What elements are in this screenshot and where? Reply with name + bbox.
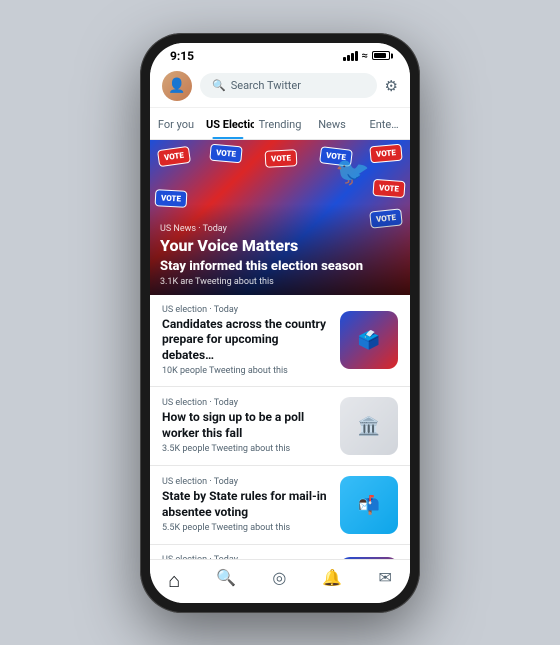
- spaces-icon: ◎: [272, 568, 286, 587]
- settings-icon[interactable]: ⚙: [385, 77, 398, 95]
- bottom-nav-notifications[interactable]: 🔔: [322, 568, 342, 593]
- search-nav-icon: 🔍: [216, 568, 236, 587]
- home-icon: ⌂: [168, 568, 180, 593]
- tab-for-you[interactable]: For you: [150, 108, 202, 139]
- hero-title: Your Voice Matters: [160, 236, 400, 255]
- twitter-bird-decoration: 🐦: [335, 155, 370, 188]
- news-item-4[interactable]: US election · Today Learn more about vot…: [150, 545, 410, 558]
- news-source-2: US election · Today: [162, 398, 330, 408]
- notifications-icon: 🔔: [322, 568, 342, 587]
- status-time: 9:15: [170, 49, 194, 63]
- news-text-4: US election · Today Learn more about vot…: [162, 555, 330, 558]
- hero-subtitle: Stay informed this election season: [160, 259, 400, 274]
- news-thumb-1: 🗳️: [340, 311, 398, 369]
- news-headline-1: Candidates across the country prepare fo…: [162, 317, 330, 364]
- messages-icon: ✉: [378, 568, 391, 587]
- news-item-3[interactable]: US election · Today State by State rules…: [150, 466, 410, 545]
- vote-sticker: VOTE: [157, 145, 191, 166]
- bottom-nav-search[interactable]: 🔍: [216, 568, 236, 593]
- news-headline-2: How to sign up to be a poll worker this …: [162, 410, 330, 441]
- news-text-2: US election · Today How to sign up to be…: [162, 398, 330, 454]
- news-count-3: 5.5K people Tweeting about this: [162, 523, 330, 533]
- news-source-3: US election · Today: [162, 477, 330, 487]
- news-source-1: US election · Today: [162, 305, 330, 315]
- vote-sticker: VOTE: [372, 178, 405, 197]
- content-area: VOTE VOTE VOTE VOTE VOTE VOTE VOTE VOTE …: [150, 140, 410, 559]
- avatar[interactable]: 👤: [162, 71, 192, 101]
- search-icon: 🔍: [212, 79, 226, 92]
- tab-us-elections[interactable]: US Elections: [202, 108, 254, 139]
- status-bar: 9:15 ≈: [150, 43, 410, 65]
- vote-sticker: VOTE: [265, 149, 298, 168]
- search-placeholder: Search Twitter: [231, 79, 301, 92]
- status-icons: ≈: [343, 49, 390, 62]
- battery-icon: [372, 51, 390, 60]
- header: 👤 🔍 Search Twitter ⚙: [150, 65, 410, 108]
- wifi-icon: ≈: [362, 49, 368, 62]
- news-item-1[interactable]: US election · Today Candidates across th…: [150, 295, 410, 388]
- news-text-3: US election · Today State by State rules…: [162, 477, 330, 533]
- hero-overlay: US News · Today Your Voice Matters Stay …: [150, 204, 410, 294]
- vote-sticker: VOTE: [209, 143, 242, 163]
- phone-screen: 9:15 ≈ 👤 🔍 Search Twitte: [150, 43, 410, 603]
- search-bar[interactable]: 🔍 Search Twitter: [200, 73, 377, 98]
- hero-banner[interactable]: VOTE VOTE VOTE VOTE VOTE VOTE VOTE VOTE …: [150, 140, 410, 295]
- news-count-1: 10K people Tweeting about this: [162, 366, 330, 376]
- news-item-2[interactable]: US election · Today How to sign up to be…: [150, 387, 410, 466]
- news-text-1: US election · Today Candidates across th…: [162, 305, 330, 377]
- vote-sticker: VOTE: [369, 143, 402, 163]
- nav-tabs: For you US Elections Trending News Ente…: [150, 108, 410, 140]
- signal-icon: [343, 51, 358, 61]
- bottom-nav-messages[interactable]: ✉: [378, 568, 391, 593]
- news-thumb-2: 🏛️: [340, 397, 398, 455]
- tab-entertainment[interactable]: Ente…: [358, 108, 410, 139]
- tab-trending[interactable]: Trending: [254, 108, 306, 139]
- news-thumb-3: 📬: [340, 476, 398, 534]
- hero-tag: US News · Today: [160, 224, 400, 234]
- news-count-2: 3.5K people Tweeting about this: [162, 444, 330, 454]
- hero-tweet-count: 3.1K are Tweeting about this: [160, 277, 400, 287]
- tab-news[interactable]: News: [306, 108, 358, 139]
- news-headline-3: State by State rules for mail-in absente…: [162, 489, 330, 520]
- bottom-nav: ⌂ 🔍 ◎ 🔔 ✉: [150, 559, 410, 603]
- bottom-nav-spaces[interactable]: ◎: [272, 568, 286, 593]
- bottom-nav-home[interactable]: ⌂: [168, 568, 180, 593]
- news-thumb-4: 🗳️: [340, 557, 398, 558]
- phone-frame: 9:15 ≈ 👤 🔍 Search Twitte: [140, 33, 420, 613]
- news-source-4: US election · Today: [162, 555, 330, 558]
